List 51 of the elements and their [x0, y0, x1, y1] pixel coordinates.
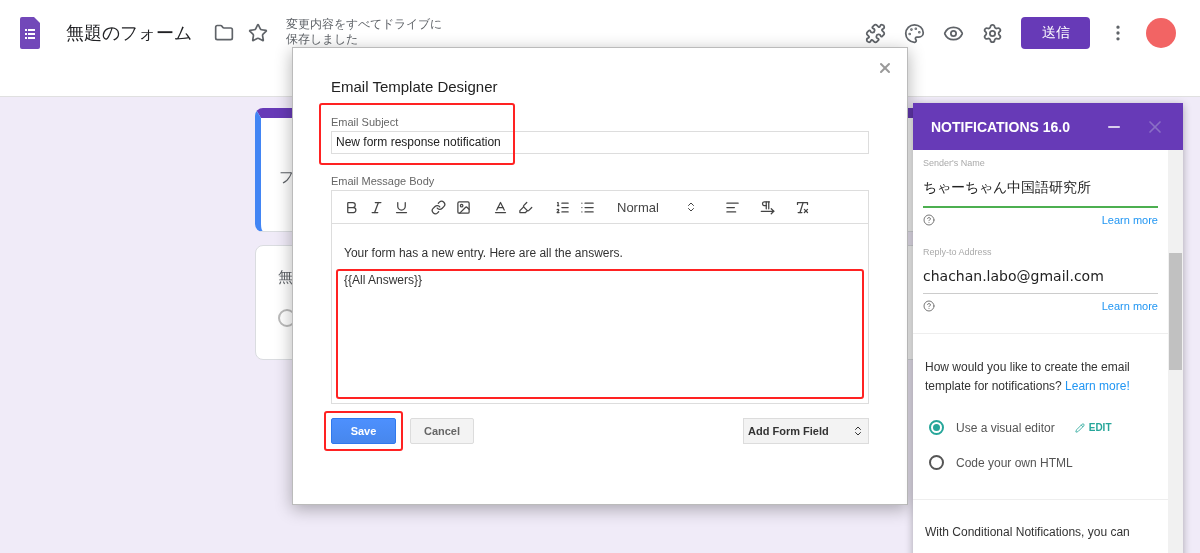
field-label: Sender's Name: [923, 158, 986, 168]
format-select[interactable]: Normal: [617, 199, 697, 215]
field-label: Reply-to Address: [923, 247, 993, 257]
clear-format-icon[interactable]: [795, 199, 810, 215]
align-icon[interactable]: [725, 199, 740, 215]
form-description: フ: [279, 168, 294, 186]
pilcrow-icon[interactable]: [760, 199, 775, 215]
settings-icon[interactable]: [982, 22, 1003, 44]
info-text: With Conditional Notifications, you can: [924, 524, 1131, 539]
text-color-icon[interactable]: [493, 199, 508, 215]
question-text: How would you like to create the email template for notifications? Learn more!: [925, 359, 1131, 395]
radio-button[interactable]: [929, 455, 944, 470]
numbered-list-icon[interactable]: [555, 199, 570, 215]
folder-icon[interactable]: [214, 23, 234, 43]
message-editor[interactable]: Normal Your form has a new entry. Here are all the answers. {{All Answers}}: [331, 190, 869, 404]
field-label: Email Subject: [331, 116, 400, 128]
form-title[interactable]: 無題のフォーム: [66, 21, 192, 45]
text-field[interactable]: chachan.labo@gmail.com: [923, 257, 1158, 294]
option-label: Use a visual editor: [956, 420, 1055, 435]
option-label: Code your own HTML: [956, 455, 1073, 470]
text-field[interactable]: ちゃーちゃん中国語研究所: [923, 168, 1158, 208]
send-button[interactable]: 送信: [1021, 17, 1090, 49]
cancel-button[interactable]: Cancel: [410, 418, 474, 444]
avatar[interactable]: [1146, 18, 1176, 48]
updown-caret-icon[interactable]: [852, 425, 864, 437]
underline-icon[interactable]: [394, 199, 409, 215]
help-icon[interactable]: [923, 214, 935, 226]
bullet-list-icon[interactable]: [580, 199, 595, 215]
panel-title: NOTIFICATIONS 16.0: [931, 118, 1071, 135]
puzzle-icon[interactable]: [865, 22, 886, 44]
palette-icon[interactable]: [904, 22, 925, 44]
question-title: 無: [278, 268, 293, 286]
link-icon[interactable]: [431, 199, 446, 215]
close-icon[interactable]: [877, 60, 893, 76]
highlight-icon[interactable]: [518, 199, 533, 215]
scrollbar[interactable]: [1168, 150, 1183, 553]
body-text: {{All Answers}}: [344, 273, 424, 287]
subject-field[interactable]: New form response notification: [331, 131, 869, 154]
form-field-select[interactable]: Add Form Field: [743, 418, 869, 444]
italic-icon[interactable]: [369, 199, 384, 215]
updown-caret-icon[interactable]: [685, 201, 697, 213]
body-text: Your form has a new entry. Here are all the answers.: [344, 246, 624, 260]
radio-button[interactable]: [929, 420, 944, 435]
image-icon[interactable]: [456, 199, 471, 215]
dialog-title: Email Template Designer: [331, 78, 499, 95]
help-icon[interactable]: [923, 300, 935, 312]
bold-icon[interactable]: [344, 199, 359, 215]
field-label: Email Message Body: [331, 175, 436, 187]
forms-logo-icon[interactable]: [20, 17, 40, 49]
star-icon[interactable]: [248, 23, 268, 43]
save-status: 変更内容をすべてドライブに保存しました: [286, 17, 443, 47]
